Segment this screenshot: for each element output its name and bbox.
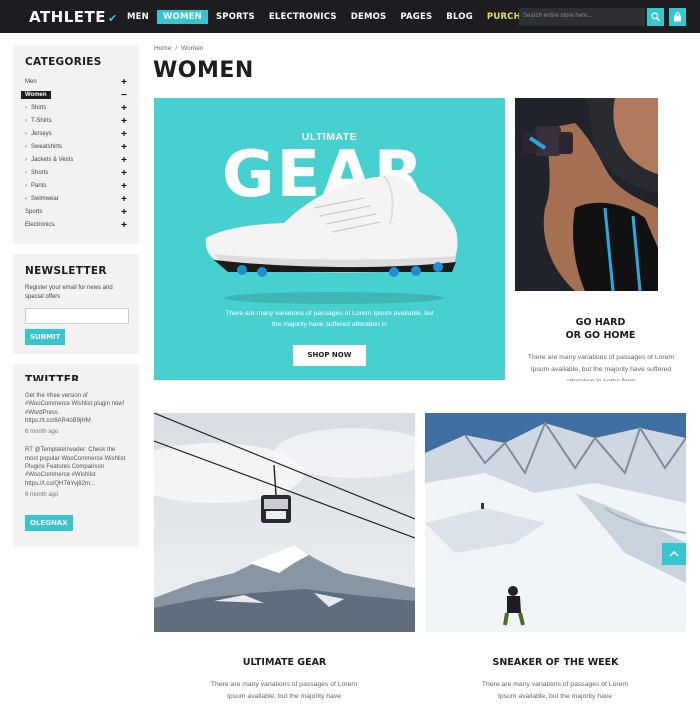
- category-item[interactable]: Men +: [25, 76, 127, 89]
- breadcrumb-home[interactable]: Home: [154, 45, 171, 52]
- expand-icon[interactable]: +: [121, 154, 127, 167]
- expand-icon[interactable]: +: [121, 180, 127, 193]
- search-input[interactable]: Search entire store here...: [519, 8, 645, 26]
- breadcrumb: Home / Women: [154, 45, 204, 52]
- category-item[interactable]: Jerseys +: [25, 128, 127, 141]
- tweet-line: #WooCommerce #Wishlist: [25, 472, 96, 479]
- tweet: RT @TemplateInvader: Check the most popul…: [25, 446, 127, 499]
- search-button[interactable]: [647, 8, 664, 26]
- tweet-line: Plugins Features Comparison: [25, 464, 105, 471]
- category-item[interactable]: Shirts +: [25, 102, 127, 115]
- tweet-line: most popular WooCommerce Wishlist: [25, 455, 126, 462]
- bag-icon: [674, 12, 681, 22]
- email-field[interactable]: [25, 308, 129, 324]
- top-navigation-bar: ATHLETE ✔ MEN WOMEN SPORTS ELECTRONICS DE…: [0, 0, 700, 33]
- nav-sports[interactable]: SPORTS: [210, 10, 261, 24]
- sneaker-image: [205, 175, 458, 304]
- logo[interactable]: ATHLETE ✔: [29, 8, 118, 26]
- hero-description: There are many variations of passages of…: [225, 310, 434, 328]
- category-item[interactable]: Swimwear +: [25, 193, 127, 206]
- card-description-sneaker-of-the-week: There are many variations of passages of…: [481, 681, 629, 700]
- tweet-line: RT @TemplateInvader: Check the: [25, 447, 116, 454]
- category-label: Electronics: [25, 222, 55, 228]
- breadcrumb-current: Women: [181, 45, 204, 52]
- chevron-up-icon: [669, 550, 679, 557]
- search-icon: [651, 12, 660, 22]
- shop-now-button[interactable]: SHOP NOW: [293, 345, 366, 366]
- category-item[interactable]: T-Shirts +: [25, 115, 127, 128]
- category-label: Shirts: [25, 105, 46, 111]
- expand-icon[interactable]: +: [121, 115, 127, 128]
- expand-icon[interactable]: +: [121, 206, 127, 219]
- follow-button[interactable]: OLEGNAX: [25, 515, 73, 532]
- tweet-line: #WordPress: [25, 409, 58, 416]
- newsletter-widget: NEWSLETTER Register your email for news …: [13, 254, 139, 354]
- tweet-line: #WooCommerce Wishlist plugin now!: [25, 401, 125, 408]
- tweet-timestamp: 6 month ago: [25, 429, 59, 436]
- tweet-line: https://t.co/8AR4oB9jHM: [25, 417, 91, 424]
- category-item[interactable]: Shorts +: [25, 167, 127, 180]
- category-item[interactable]: Electronics +: [25, 219, 127, 232]
- collapse-icon[interactable]: −: [121, 89, 127, 102]
- submit-button[interactable]: SUBMIT: [25, 329, 66, 345]
- tweet-timestamp: 6 month ago: [25, 491, 59, 498]
- nav-electronics[interactable]: ELECTRONICS: [263, 10, 343, 24]
- card-title-ultimate-gear[interactable]: ULTIMATE GEAR: [154, 657, 415, 668]
- nav-demos[interactable]: DEMOS: [345, 10, 393, 24]
- newsletter-text: Register your email for news and special…: [25, 285, 113, 300]
- expand-icon[interactable]: +: [121, 128, 127, 141]
- tweet: Get the #free version of #WooCommerce Wis…: [25, 392, 127, 436]
- mountain-ski-lift-image: [154, 413, 415, 632]
- fitness-photo[interactable]: [515, 98, 658, 291]
- expand-icon[interactable]: +: [121, 141, 127, 154]
- promo-title: GO HARD OR GO HOME: [565, 317, 636, 341]
- tweet-line: Get the #free version of: [25, 393, 88, 399]
- card-description-ultimate-gear: There are many variations of passages of…: [210, 681, 358, 700]
- categories-widget: CATEGORIES Men+Women−Shirts+T-Shirts+Jer…: [13, 45, 139, 244]
- promo-description: There are many variations of passages of…: [527, 354, 675, 381]
- categories-title: CATEGORIES: [25, 56, 102, 68]
- category-label: Sports: [25, 209, 43, 215]
- tweet-line: https://t.co/QHT6Yvj82m...: [25, 480, 96, 487]
- twitter-title: TWITTER: [25, 374, 80, 381]
- category-item[interactable]: Women −: [21, 89, 127, 102]
- page-title: WOMEN: [153, 58, 254, 83]
- category-item[interactable]: Sweatshirts +: [25, 141, 127, 154]
- hero-banner[interactable]: ULTIMATE GEAR There are many variations …: [154, 98, 505, 380]
- nav-blog[interactable]: BLOG: [440, 10, 479, 24]
- woman-dumbbell-image: [515, 98, 658, 291]
- category-label: Shorts: [25, 170, 48, 176]
- nav-women[interactable]: WOMEN: [156, 10, 208, 24]
- category-label: Sweatshirts: [25, 144, 62, 150]
- category-label: Men: [25, 79, 37, 85]
- expand-icon[interactable]: +: [121, 219, 127, 232]
- category-label: Women: [21, 91, 51, 99]
- expand-icon[interactable]: +: [121, 193, 127, 206]
- nav-men[interactable]: MEN: [121, 10, 155, 24]
- expand-icon[interactable]: +: [121, 102, 127, 115]
- snowboarder-image: [425, 413, 686, 632]
- twitter-widget: TWITTER Get the #free version of #WooComm…: [13, 364, 139, 547]
- card-title-sneaker-of-the-week[interactable]: SNEAKER OF THE WEEK: [425, 657, 686, 668]
- category-label: Jerseys: [25, 131, 52, 137]
- cart-button[interactable]: [669, 8, 686, 26]
- category-label: Jackets & Vests: [25, 157, 73, 163]
- snowboard-photo[interactable]: [425, 413, 686, 632]
- category-item[interactable]: Sports +: [25, 206, 127, 219]
- scroll-to-top-button[interactable]: [662, 543, 686, 565]
- check-icon: ✔: [108, 12, 118, 25]
- expand-icon[interactable]: +: [121, 76, 127, 89]
- tweet-list: Get the #free version of #WooCommerce Wis…: [25, 392, 127, 499]
- category-list: Men+Women−Shirts+T-Shirts+Jerseys+Sweats…: [21, 76, 127, 232]
- category-item[interactable]: Jackets & Vests +: [25, 154, 127, 167]
- ski-lift-photo[interactable]: [154, 413, 415, 632]
- main-nav: MEN WOMEN SPORTS ELECTRONICS DEMOS PAGES…: [121, 10, 548, 24]
- category-label: Swimwear: [25, 196, 59, 202]
- category-label: Pants: [25, 183, 46, 189]
- nav-pages[interactable]: PAGES: [394, 10, 438, 24]
- expand-icon[interactable]: +: [121, 167, 127, 180]
- category-item[interactable]: Pants +: [25, 180, 127, 193]
- newsletter-title: NEWSLETTER: [25, 265, 107, 277]
- category-label: T-Shirts: [25, 118, 52, 124]
